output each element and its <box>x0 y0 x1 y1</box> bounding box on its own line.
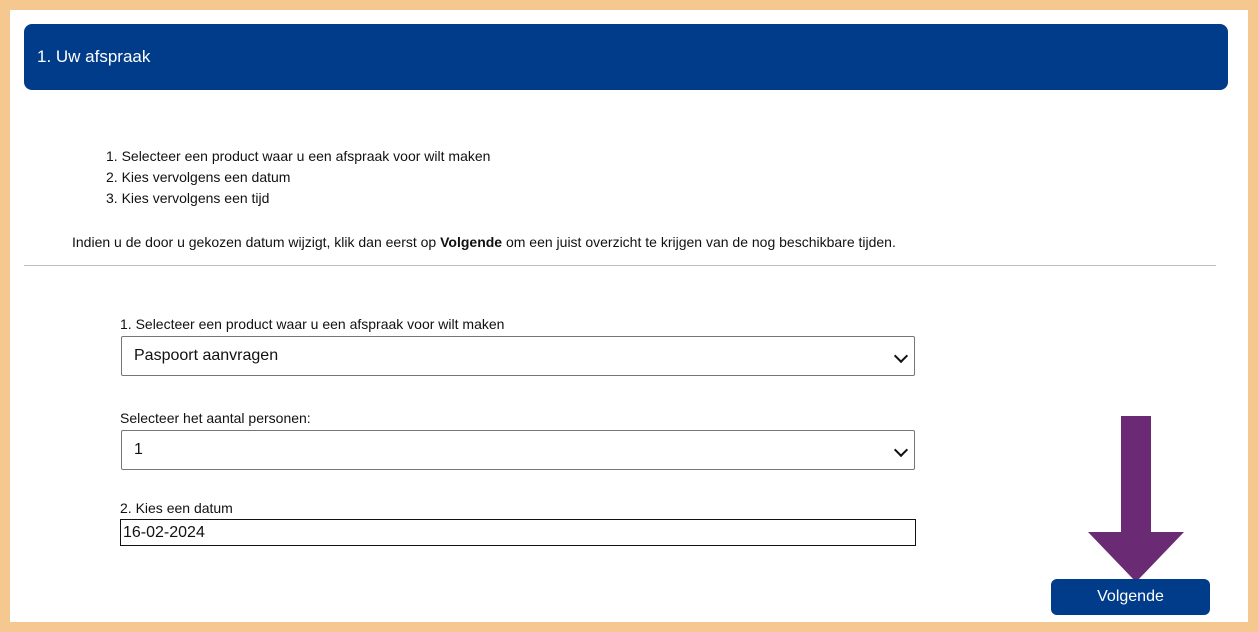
date-input-value: 16-02-2024 <box>123 524 205 541</box>
down-arrow-shape <box>1088 416 1184 582</box>
info-text: Indien u de door u gekozen datum wijzigt… <box>72 234 896 250</box>
section-header: 1. Uw afspraak <box>24 24 1228 90</box>
down-arrow-icon <box>1088 416 1184 582</box>
step-item: 2. Kies vervolgens een datum <box>106 169 291 185</box>
product-select[interactable]: Paspoort aanvragen <box>121 336 915 376</box>
chevron-down-icon <box>893 442 909 458</box>
appointment-panel: 1. Uw afspraak 1. Selecteer een product … <box>10 10 1248 622</box>
persons-label: Selecteer het aantal personen: <box>120 410 311 426</box>
next-button[interactable]: Volgende <box>1051 579 1210 615</box>
persons-select-value: 1 <box>134 441 143 458</box>
step-item: 1. Selecteer een product waar u een afsp… <box>106 148 491 164</box>
step-item: 3. Kies vervolgens een tijd <box>106 190 270 206</box>
persons-select[interactable]: 1 <box>121 430 915 470</box>
info-text-suffix: om een juist overzicht te krijgen van de… <box>502 234 896 250</box>
info-text-prefix: Indien u de door u gekozen datum wijzigt… <box>72 234 441 250</box>
instruction-steps: 1. Selecteer een product waar u een afsp… <box>106 146 490 209</box>
chevron-down-icon <box>893 348 909 364</box>
section-title: 1. Uw afspraak <box>37 47 151 66</box>
divider <box>24 265 1216 266</box>
product-select-value: Paspoort aanvragen <box>134 347 279 364</box>
date-label: 2. Kies een datum <box>120 500 233 516</box>
info-text-bold: Volgende <box>440 234 503 250</box>
product-label: 1. Selecteer een product waar u een afsp… <box>120 316 505 332</box>
date-input[interactable]: 16-02-2024 <box>120 519 916 546</box>
next-button-label: Volgende <box>1097 588 1164 605</box>
